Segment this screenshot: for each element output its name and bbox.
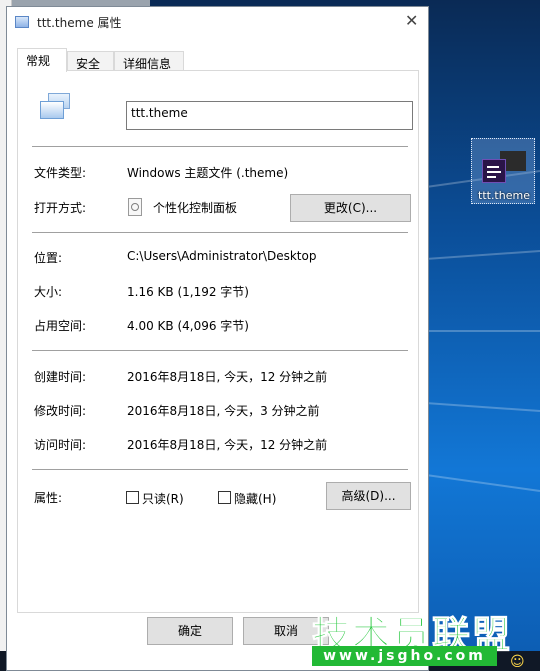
accessed-label: 访问时间: — [34, 438, 87, 452]
dialog-title: ttt.theme 属性 — [37, 16, 122, 30]
theme-file-icon — [38, 93, 74, 123]
tab-general[interactable]: 常规 — [17, 48, 67, 72]
location-label: 位置: — [34, 251, 63, 265]
change-button[interactable]: 更改(C)... — [290, 194, 411, 222]
hidden-label[interactable]: 隐藏(H) — [234, 490, 276, 507]
modified-value: 2016年8月18日, 今天，3 分钟之前 — [127, 404, 320, 418]
attributes-label: 属性: — [34, 491, 63, 505]
dialog-app-icon — [15, 16, 29, 28]
open-with-value: 个性化控制面板 — [153, 201, 238, 215]
readonly-checkbox[interactable] — [126, 491, 139, 504]
title-bar: ttt.theme 属性 ✕ — [7, 7, 428, 37]
ok-button[interactable]: 确定 — [147, 617, 233, 645]
open-with-label: 打开方式: — [34, 201, 87, 215]
separator — [32, 469, 408, 470]
created-value: 2016年8月18日, 今天，12 分钟之前 — [127, 370, 328, 384]
properties-dialog: ttt.theme 属性 ✕ 常规 安全 详细信息 ttt.theme 文件类型… — [6, 6, 429, 671]
close-icon[interactable]: ✕ — [405, 11, 418, 30]
personalization-icon — [128, 198, 142, 216]
tray-icon[interactable]: ☺ — [510, 654, 525, 670]
separator — [32, 146, 408, 147]
modified-label: 修改时间: — [34, 404, 87, 418]
file-type-value: Windows 主题文件 (.theme) — [127, 166, 289, 180]
watermark-url: www.jsgho.com — [312, 646, 497, 666]
location-value: C:\Users\Administrator\Desktop — [127, 249, 317, 263]
readonly-label[interactable]: 只读(R) — [142, 490, 184, 507]
size-value: 1.16 KB (1,192 字节) — [127, 285, 249, 299]
general-panel: ttt.theme 文件类型: Windows 主题文件 (.theme) 打开… — [17, 70, 419, 613]
tab-security[interactable]: 安全 — [67, 51, 114, 71]
advanced-button[interactable]: 高级(D)... — [326, 482, 411, 510]
desktop-file-label: ttt.theme — [478, 189, 530, 202]
accessed-value: 2016年8月18日, 今天，12 分钟之前 — [127, 438, 328, 452]
size-on-disk-value: 4.00 KB (4,096 字节) — [127, 319, 249, 333]
separator — [32, 232, 408, 233]
created-label: 创建时间: — [34, 370, 87, 384]
hidden-checkbox[interactable] — [218, 491, 231, 504]
size-label: 大小: — [34, 285, 63, 299]
file-type-label: 文件类型: — [34, 166, 87, 180]
size-on-disk-label: 占用空间: — [34, 319, 87, 333]
desktop-file-icon[interactable]: ttt.theme — [471, 138, 535, 204]
tab-details[interactable]: 详细信息 — [114, 51, 184, 71]
separator — [32, 350, 408, 351]
theme-file-icon — [478, 149, 528, 183]
file-name-input[interactable]: ttt.theme — [126, 101, 413, 130]
